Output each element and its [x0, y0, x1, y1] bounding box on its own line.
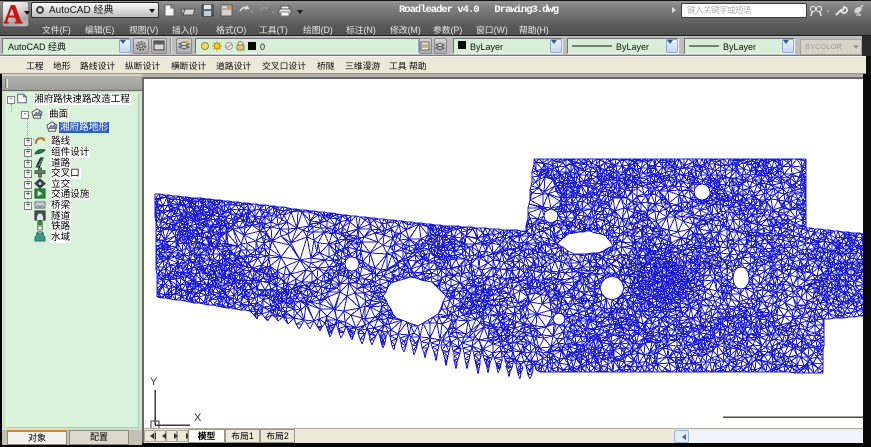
- svg-text:X: X: [194, 412, 202, 424]
- svg-text:Y: Y: [150, 376, 158, 388]
